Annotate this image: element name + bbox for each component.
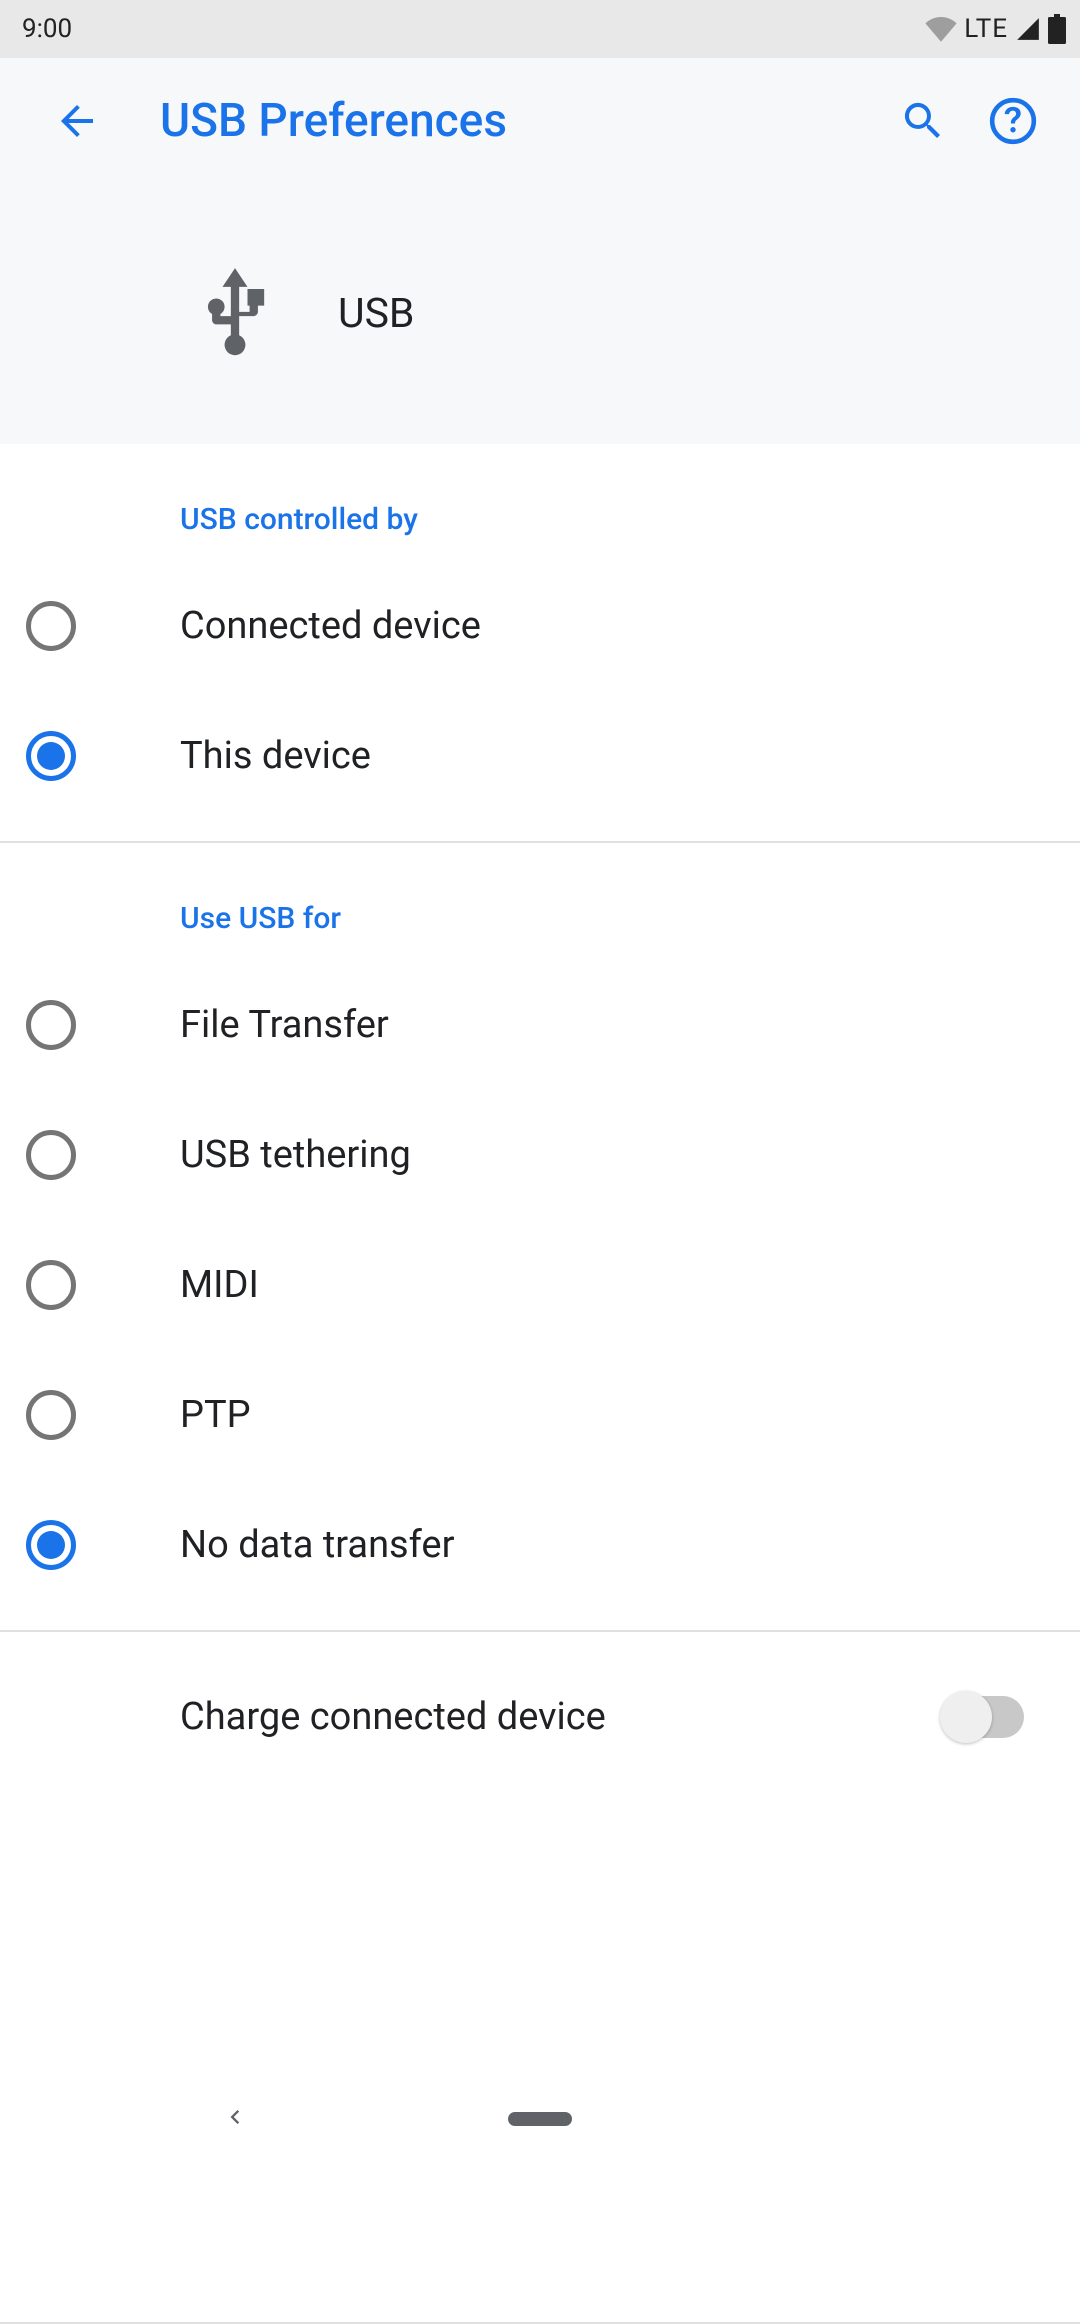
radio-ptp[interactable]: PTP (0, 1350, 1080, 1480)
radio-icon (26, 1390, 76, 1440)
radio-icon (26, 1520, 76, 1570)
usb-header-label: USB (338, 290, 414, 338)
radio-label: No data transfer (180, 1523, 454, 1567)
usb-icon (180, 259, 290, 369)
app-bar: USB Preferences (0, 58, 1080, 184)
radio-label: PTP (180, 1393, 251, 1437)
nav-back-button[interactable] (220, 2103, 248, 2135)
radio-label: Connected device (180, 604, 481, 648)
help-icon (988, 96, 1038, 146)
nav-bar (0, 2078, 1080, 2160)
radio-connected-device[interactable]: Connected device (0, 561, 1080, 691)
network-label: LTE (964, 14, 1008, 44)
radio-file-transfer[interactable]: File Transfer (0, 960, 1080, 1090)
radio-icon (26, 1260, 76, 1310)
radio-usb-tethering[interactable]: USB tethering (0, 1090, 1080, 1220)
wifi-icon (924, 16, 958, 42)
radio-label: USB tethering (180, 1133, 411, 1177)
radio-label: File Transfer (180, 1003, 389, 1047)
toggle-charge-connected[interactable]: Charge connected device (0, 1632, 1080, 1802)
radio-icon (26, 1000, 76, 1050)
usb-header: USB (0, 184, 1080, 444)
help-button[interactable] (978, 86, 1048, 156)
search-button[interactable] (888, 86, 958, 156)
radio-icon (26, 731, 76, 781)
radio-icon (26, 1130, 76, 1180)
search-icon (899, 97, 947, 145)
status-bar: 9:00 LTE (0, 0, 1080, 58)
nav-home-pill[interactable] (508, 2112, 572, 2126)
page-title: USB Preferences (160, 94, 888, 148)
radio-no-data-transfer[interactable]: No data transfer (0, 1480, 1080, 1610)
chevron-left-icon (220, 2103, 248, 2131)
section-use-usb-for: Use USB for (0, 843, 1080, 960)
radio-this-device[interactable]: This device (0, 691, 1080, 821)
battery-icon (1048, 14, 1066, 44)
section-usb-controlled-by: USB controlled by (0, 444, 1080, 561)
status-icons: LTE (924, 14, 1066, 44)
signal-icon (1014, 16, 1042, 42)
radio-midi[interactable]: MIDI (0, 1220, 1080, 1350)
status-time: 9:00 (22, 14, 72, 44)
toggle-label: Charge connected device (180, 1695, 942, 1739)
radio-label: This device (180, 734, 371, 778)
back-button[interactable] (42, 86, 112, 156)
switch-off-icon (942, 1696, 1024, 1738)
radio-label: MIDI (180, 1263, 259, 1307)
radio-icon (26, 601, 76, 651)
arrow-back-icon (53, 97, 101, 145)
